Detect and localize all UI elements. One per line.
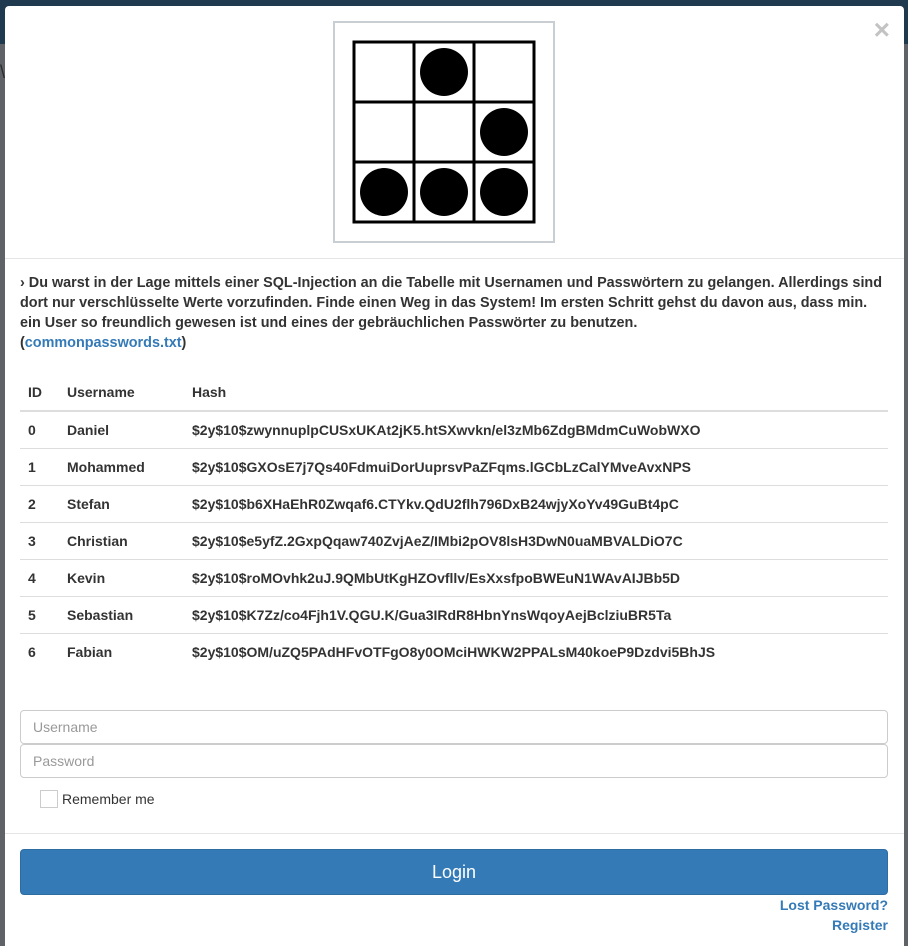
footer-divider — [5, 833, 904, 834]
table-row: 6 Fabian $2y$10$OM/uZQ5PAdHFvOTFgO8y0OMc… — [20, 632, 888, 670]
cell-id: 1 — [20, 447, 59, 485]
password-input[interactable] — [20, 744, 888, 778]
table-row: 0 Daniel $2y$10$zwynnuplpCUSxUKAt2jK5.ht… — [20, 411, 888, 448]
cell-username: Daniel — [67, 421, 110, 438]
chevron-right-icon: › — [20, 275, 25, 291]
cell-hash: $2y$10$b6XHaEhR0Zwqaf6.CTYkv.QdU2flh796D… — [184, 484, 888, 522]
remember-me-checkbox[interactable] — [40, 790, 58, 808]
cell-id: 6 — [20, 632, 59, 670]
cell-id: 5 — [20, 595, 59, 633]
cell-hash: $2y$10$GXOsE7j7Qs40FdmuiDorUuprsvPaZFqms… — [184, 447, 888, 485]
challenge-description: › Du warst in der Lage mittels einer SQL-… — [20, 273, 890, 353]
table-row: 5 Sebastian $2y$10$K7Zz/co4Fjh1V.QGU.K/G… — [20, 595, 888, 633]
cell-hash: $2y$10$e5yfZ.2GxpQqaw740ZvjAeZ/IMbi2pOV8… — [184, 521, 888, 559]
table-header-row: ID Username Hash — [20, 373, 888, 412]
cell-id: 2 — [20, 484, 59, 522]
login-button[interactable]: Login — [20, 849, 888, 895]
cell-username: Stefan — [59, 484, 184, 522]
username-input[interactable] — [20, 710, 888, 744]
cell-hash: $2y$10$roMOvhk2uJ.9QMbUtKgHZOvfllv/EsXxs… — [184, 558, 888, 596]
col-header-hash: Hash — [184, 373, 888, 412]
cell-hash: $2y$10$zwynnuplpCUSxUKAt2jK5.htSXwvkn/el… — [192, 421, 701, 438]
lost-password-link[interactable]: Lost Password? — [780, 897, 888, 913]
remember-me-label: Remember me — [62, 791, 155, 807]
hash-table: ID Username Hash 0 Daniel $2y$10$zwynnup… — [20, 373, 888, 670]
cell-username: Kevin — [59, 558, 184, 596]
header-divider — [5, 258, 904, 259]
cell-id: 4 — [20, 558, 59, 596]
cell-username: Sebastian — [59, 595, 184, 633]
cell-hash: $2y$10$OM/uZQ5PAdHFvOTFgO8y0OMciHWKW2PPA… — [184, 632, 888, 670]
cell-hash: $2y$10$K7Zz/co4Fjh1V.QGU.K/Gua3IRdR8HbnY… — [184, 595, 888, 633]
remember-me[interactable]: Remember me — [40, 790, 155, 808]
glider-logo — [333, 21, 555, 243]
cell-username: Christian — [59, 521, 184, 559]
close-icon[interactable]: × — [874, 16, 890, 44]
table-row: 1 Mohammed $2y$10$GXOsE7j7Qs40FdmuiDorUu… — [20, 447, 888, 485]
col-header-id: ID — [20, 373, 59, 412]
cell-id: 0 — [28, 421, 36, 438]
table-row: 4 Kevin $2y$10$roMOvhk2uJ.9QMbUtKgHZOvfl… — [20, 558, 888, 596]
paren-close: ) — [181, 335, 187, 351]
login-modal: × › Du warst in der Lage mittels einer SQ… — [5, 6, 904, 946]
commonpasswords-link[interactable]: commonpasswords.txt — [25, 335, 182, 351]
cell-id: 3 — [20, 521, 59, 559]
glider-icon — [352, 40, 536, 224]
cell-username: Mohammed — [59, 447, 184, 485]
cell-username: Fabian — [59, 632, 184, 670]
table-row: 2 Stefan $2y$10$b6XHaEhR0Zwqaf6.CTYkv.Qd… — [20, 484, 888, 522]
col-header-username: Username — [59, 373, 184, 412]
register-link[interactable]: Register — [832, 917, 888, 933]
description-text: Du warst in der Lage mittels einer SQL-I… — [20, 275, 883, 331]
table-row: 3 Christian $2y$10$e5yfZ.2GxpQqaw740ZvjA… — [20, 521, 888, 559]
